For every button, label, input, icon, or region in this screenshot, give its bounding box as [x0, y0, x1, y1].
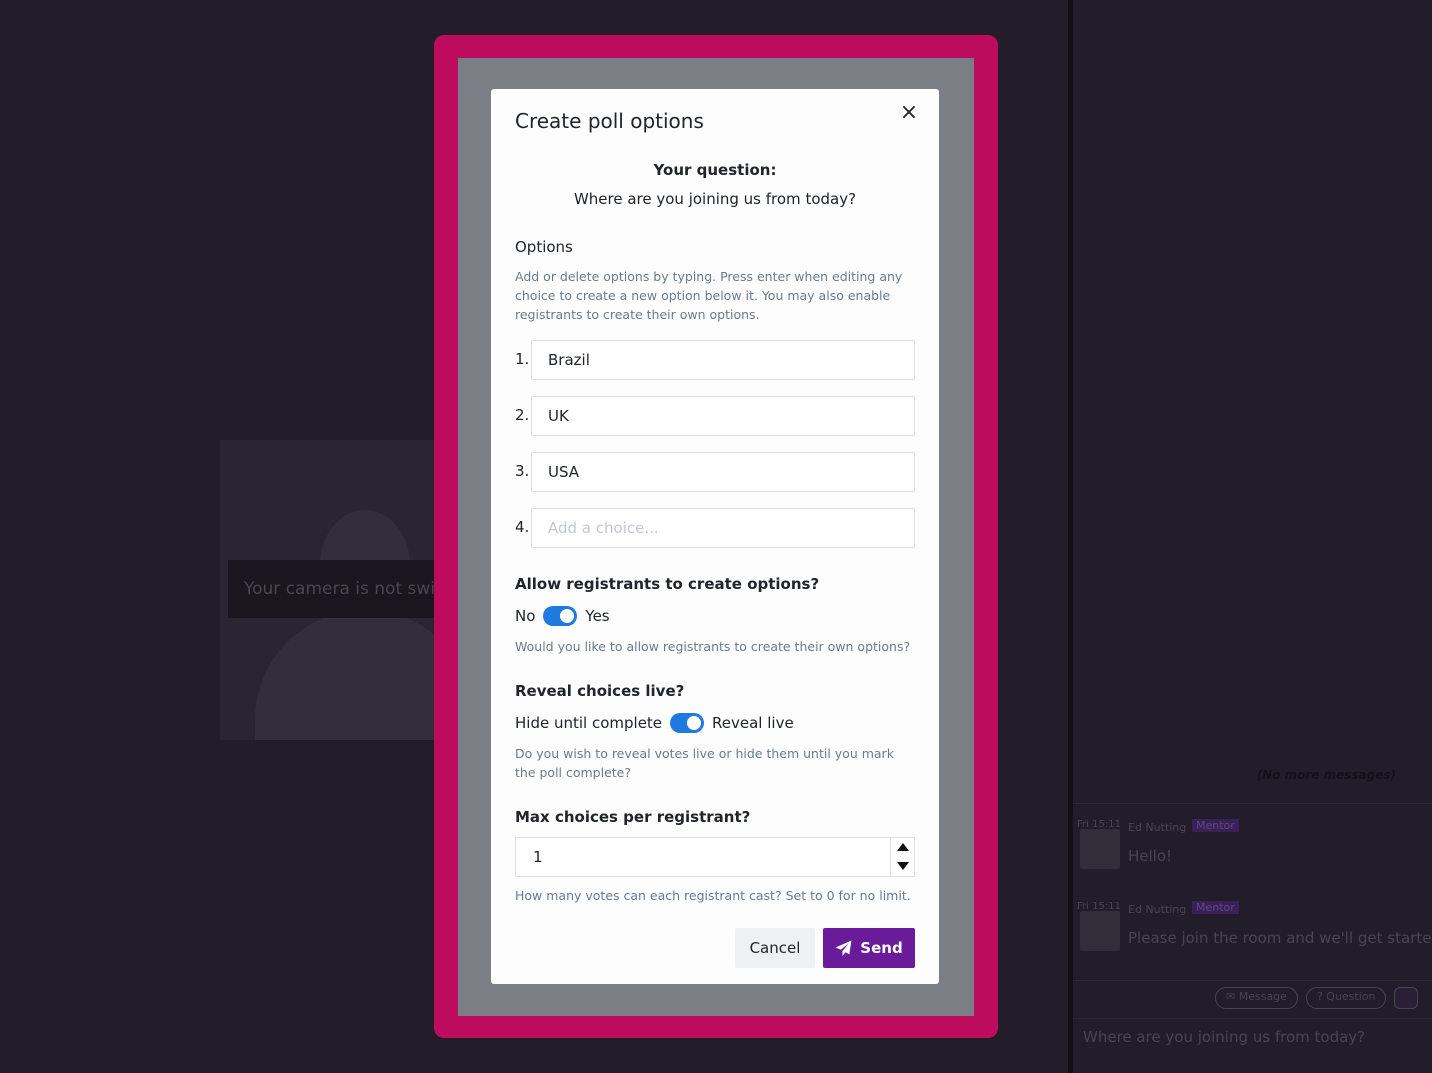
- toggle-knob: [687, 716, 702, 730]
- chat-panel: (No more messages) Fri 15:11 Ed Nutting …: [1073, 0, 1432, 1073]
- chat-divider: [1073, 1018, 1432, 1019]
- dialog-title: Create poll options: [515, 109, 704, 133]
- message-mode-label: Message: [1238, 990, 1287, 1003]
- avatar: [1080, 911, 1120, 951]
- question-mode-label: Question: [1326, 990, 1376, 1003]
- cancel-button[interactable]: Cancel: [735, 928, 815, 968]
- message-author: Ed Nutting: [1128, 821, 1187, 834]
- paper-plane-icon: [835, 940, 852, 956]
- question-label: Your question:: [653, 161, 777, 179]
- no-more-messages: (No more messages): [1256, 768, 1396, 782]
- avatar: [1080, 829, 1120, 869]
- options-help: Add or delete options by typing. Press e…: [515, 269, 903, 322]
- option-number: 4.: [515, 518, 530, 536]
- allow-create-off-label: No: [515, 607, 536, 625]
- allow-create-on-label: Yes: [585, 607, 610, 625]
- spin-down-icon[interactable]: [897, 862, 909, 870]
- new-option-input[interactable]: [531, 508, 915, 548]
- mentor-badge: Mentor: [1192, 901, 1239, 914]
- max-choices-input[interactable]: 1: [515, 837, 915, 877]
- option-input[interactable]: [531, 340, 915, 380]
- send-button[interactable]: Send: [823, 928, 915, 968]
- create-poll-options-dialog: Create poll options × Your question: Whe…: [491, 89, 939, 984]
- chat-divider: [1073, 803, 1432, 804]
- allow-create-toggle[interactable]: [543, 606, 578, 626]
- option-row: 2.: [515, 396, 915, 436]
- reveal-help: Do you wish to reveal votes live or hide…: [515, 746, 894, 780]
- question-text: Where are you joining us from today?: [573, 190, 857, 208]
- max-choices-help: How many votes can each registrant cast?…: [515, 888, 911, 903]
- toggle-knob: [560, 609, 575, 623]
- max-choices-heading: Max choices per registrant?: [515, 808, 751, 826]
- option-input[interactable]: [531, 452, 915, 492]
- spin-up-icon[interactable]: [897, 843, 909, 851]
- option-number: 1.: [515, 350, 530, 368]
- mentor-badge: Mentor: [1192, 819, 1239, 832]
- option-input[interactable]: [531, 396, 915, 436]
- max-choices-value: 1: [533, 848, 543, 866]
- reveal-toggle[interactable]: [670, 713, 705, 733]
- option-row: 3.: [515, 452, 915, 492]
- option-row: 1.: [515, 340, 915, 380]
- chat-actions: ✉ Message ? Question: [1215, 987, 1419, 1009]
- message-mode-button[interactable]: ✉ Message: [1215, 987, 1298, 1009]
- option-row: 4.: [515, 508, 915, 548]
- reveal-off-label: Hide until complete: [515, 714, 663, 732]
- option-number: 2.: [515, 406, 530, 424]
- option-number: 3.: [515, 462, 530, 480]
- reveal-heading: Reveal choices live?: [515, 682, 685, 700]
- allow-create-help: Would you like to allow registrants to c…: [515, 639, 911, 654]
- close-icon[interactable]: ×: [899, 102, 919, 124]
- send-label: Send: [860, 939, 903, 957]
- chat-divider: [1073, 980, 1432, 981]
- question-mode-button[interactable]: ? Question: [1305, 987, 1387, 1009]
- message-text: Please join the room and we'll get start…: [1128, 929, 1432, 947]
- options-heading: Options: [515, 238, 573, 256]
- chat-input[interactable]: Where are you joining us from today?: [1083, 1028, 1365, 1046]
- poll-mode-button[interactable]: [1394, 987, 1419, 1009]
- allow-create-toggle-row: No Yes: [515, 604, 610, 628]
- reveal-on-label: Reveal live: [712, 714, 794, 732]
- message-text: Hello!: [1128, 847, 1173, 865]
- message-author: Ed Nutting: [1128, 903, 1187, 916]
- number-spinner: [890, 838, 914, 876]
- reveal-toggle-row: Hide until complete Reveal live: [515, 711, 794, 735]
- allow-create-heading: Allow registrants to create options?: [515, 575, 820, 593]
